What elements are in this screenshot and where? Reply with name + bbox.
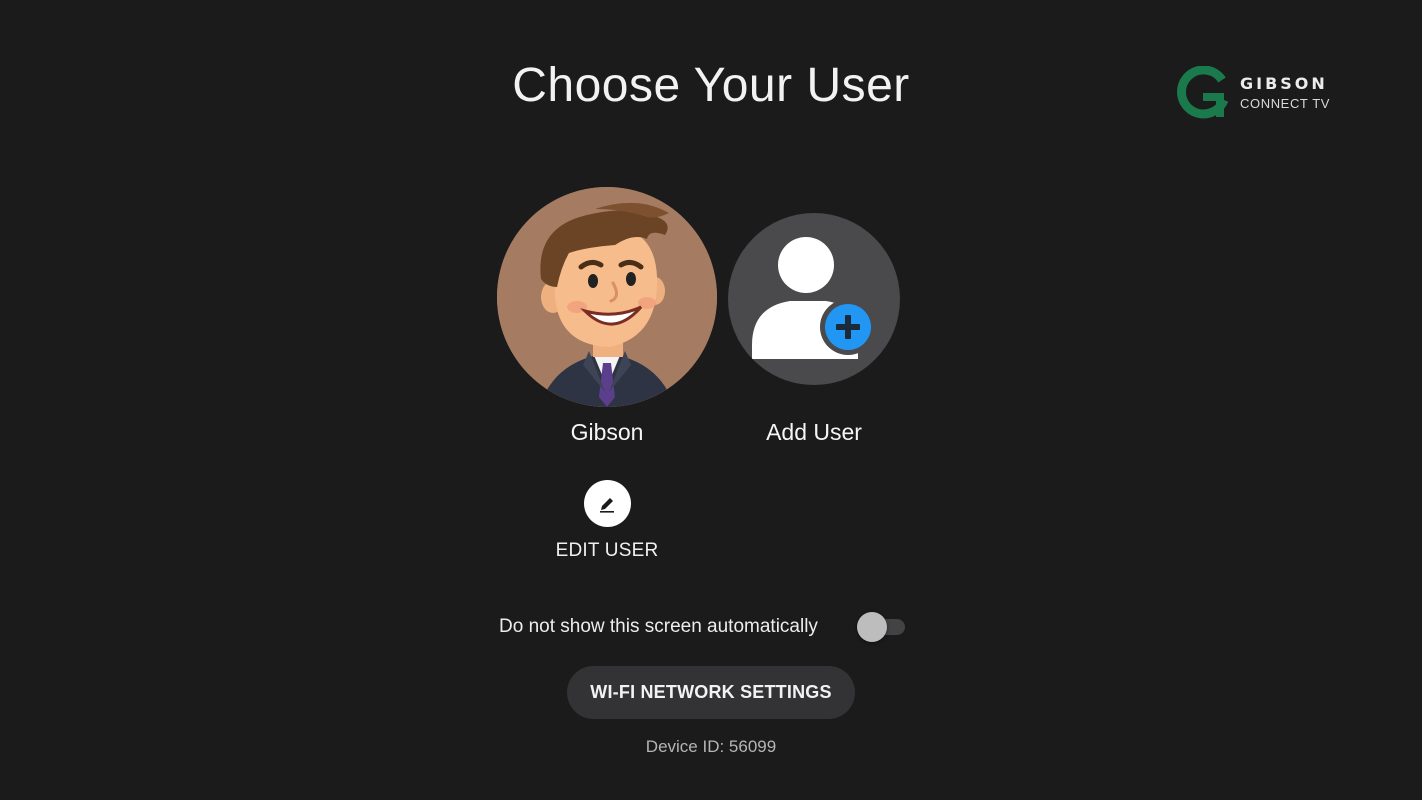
add-user-card[interactable]: Add User — [714, 187, 914, 446]
person-add-icon — [752, 237, 876, 359]
device-id: Device ID: 56099 — [645, 737, 777, 756]
edit-user-label: EDIT USER — [555, 540, 659, 561]
brand-logo: GIBSON CONNECT TV — [1176, 66, 1346, 120]
toggle-thumb — [857, 612, 887, 642]
user-card-gibson[interactable]: Gibson — [497, 187, 717, 446]
logo-name: GIBSON — [1240, 74, 1328, 93]
add-user-avatar[interactable] — [728, 213, 900, 385]
logo-g-mark-icon — [1177, 66, 1229, 119]
logo-wordmark: GIBSON CONNECT TV — [1240, 74, 1331, 111]
user-selection-screen: Choose Your User GIBSON CONNECT TV Gibso… — [0, 0, 1422, 800]
avatar[interactable] — [497, 187, 717, 407]
auto-show-toggle[interactable] — [857, 612, 907, 642]
wifi-settings-button[interactable]: WI-FI NETWORK SETTINGS — [567, 666, 855, 719]
pencil-icon — [600, 497, 614, 513]
auto-show-setting: Do not show this screen automatically — [499, 612, 909, 642]
add-user-label: Add User — [766, 419, 862, 445]
auto-show-label: Do not show this screen automatically — [499, 616, 818, 637]
user-name: Gibson — [570, 419, 644, 445]
cartoon-man-avatar-icon — [497, 187, 717, 407]
edit-user-button[interactable]: EDIT USER — [547, 480, 667, 562]
edit-user-icon-circle[interactable] — [583, 480, 631, 527]
logo-subtitle: CONNECT TV — [1240, 96, 1331, 111]
